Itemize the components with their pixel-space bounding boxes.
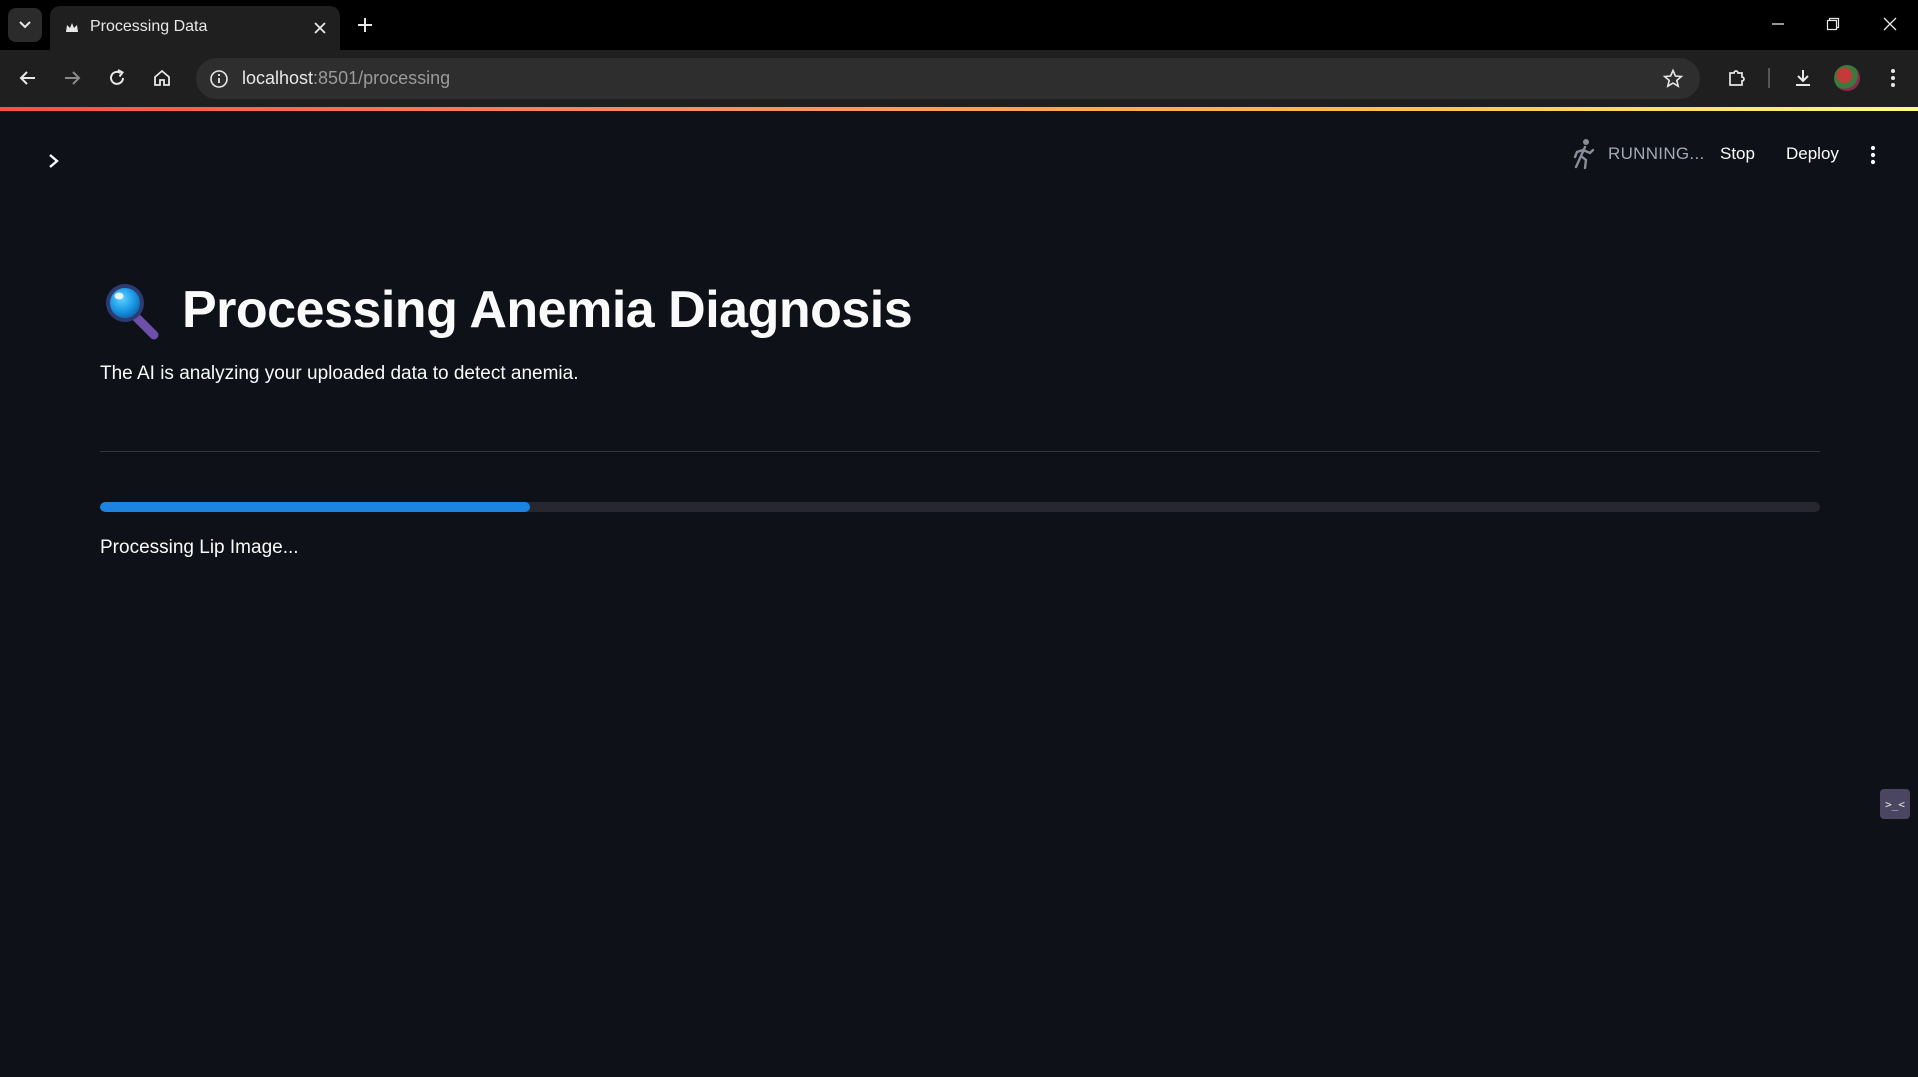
kebab-menu-icon [1891,69,1895,87]
running-man-icon [1573,139,1595,170]
downloads-button[interactable] [1788,63,1818,93]
chevron-down-icon [19,21,31,29]
extensions-button[interactable] [1722,63,1752,93]
page-title-text: Processing Anemia Diagnosis [182,281,913,339]
forward-button[interactable] [57,63,87,93]
status-text: RUNNING... [1608,144,1705,163]
reload-icon [110,69,124,85]
site-info-icon[interactable] [208,68,230,90]
header-decoration-bar [0,107,1918,111]
new-tab-button[interactable] [352,12,378,38]
browser-menu-button[interactable] [1878,63,1908,93]
page-title: Processing Anemia Diagnosis [100,270,913,350]
plus-icon [358,18,372,32]
deploy-button[interactable]: Deploy [1786,141,1839,167]
floating-terminal-widget[interactable]: >_< [1880,789,1910,819]
back-button[interactable] [13,63,43,93]
tab-title: Processing Data [90,18,208,35]
home-button[interactable] [147,63,177,93]
url-host: localhost [242,68,314,88]
progress-status-text: Processing Lip Image... [100,537,299,558]
download-icon [1796,70,1810,86]
main-menu-button[interactable] [1860,141,1886,169]
tab-search-button[interactable] [8,8,42,42]
restore-window-button[interactable] [1813,8,1853,40]
minimize-icon [1772,23,1784,25]
close-icon [314,22,326,34]
profile-avatar[interactable] [1834,65,1860,91]
divider [100,451,1820,452]
close-icon [1883,17,1897,31]
progress-bar [100,502,1820,512]
reload-button[interactable] [102,63,132,93]
bookmark-star-icon[interactable] [1662,68,1684,90]
sidebar-expand-button[interactable] [40,147,68,175]
arrow-right-icon [65,71,81,85]
close-window-button[interactable] [1870,8,1910,40]
address-bar[interactable]: localhost:8501/processing [196,58,1700,99]
arrow-left-icon [19,71,35,85]
chevron-right-icon [49,154,59,168]
running-status: RUNNING... [1570,138,1705,170]
browser-toolbar: localhost:8501/processing [0,50,1918,107]
kebab-menu-icon [1870,145,1876,165]
url-text: localhost:8501/processing [242,68,450,89]
stop-button[interactable]: Stop [1720,141,1755,167]
url-path: :8501/processing [313,68,451,88]
toolbar-divider [1768,68,1770,88]
puzzle-icon [1729,70,1745,86]
browser-tab-active[interactable]: Processing Data [50,6,340,50]
crown-icon [66,23,78,32]
progress-bar-fill [100,502,530,512]
browser-tab-strip: Processing Data [0,0,1918,50]
minimize-window-button[interactable] [1758,8,1798,40]
magnifying-glass-icon [106,284,159,340]
tab-close-button[interactable] [310,18,330,38]
page-description: The AI is analyzing your uploaded data t… [100,363,579,384]
restore-icon [1826,17,1840,31]
home-icon [154,69,170,86]
